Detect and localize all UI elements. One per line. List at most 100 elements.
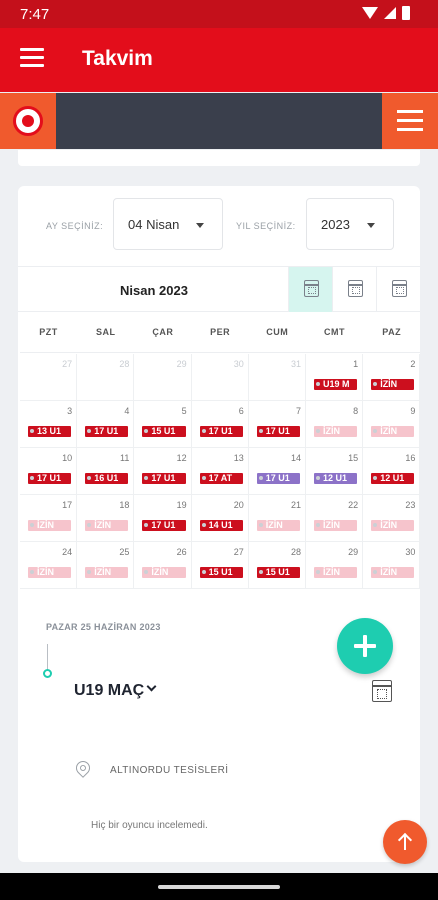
- home-handle[interactable]: [158, 885, 280, 889]
- day-cell[interactable]: 7 17 U1: [248, 401, 306, 448]
- day-cell[interactable]: 30 İZİN: [363, 542, 421, 589]
- day-cell[interactable]: 2 İZİN: [363, 354, 421, 401]
- status-icons: [362, 6, 410, 20]
- event-chip[interactable]: 14 U1: [199, 520, 243, 531]
- day-cell[interactable]: 8 İZİN: [306, 401, 364, 448]
- status-bar: 7:47: [0, 0, 438, 28]
- day-cell[interactable]: 15 12 U1: [306, 448, 364, 495]
- chevron-down-icon[interactable]: [146, 681, 157, 692]
- event-chip[interactable]: 17 U1: [85, 426, 129, 437]
- event-chip[interactable]: 17 AT: [199, 473, 243, 484]
- month-select[interactable]: 04 Nisan: [113, 198, 223, 250]
- day-cell[interactable]: 6 17 U1: [191, 401, 249, 448]
- hamburger-menu-icon[interactable]: [20, 48, 44, 68]
- event-chip[interactable]: İZİN: [314, 567, 358, 578]
- event-chip[interactable]: 17 U1: [256, 473, 300, 484]
- day-cell[interactable]: 27 15 U1: [191, 542, 249, 589]
- day-cell[interactable]: 29: [134, 354, 192, 401]
- day-cell[interactable]: 12 17 U1: [134, 448, 192, 495]
- day-cell[interactable]: 9 İZİN: [363, 401, 421, 448]
- month-view-button[interactable]: [288, 267, 332, 312]
- scroll-top-button[interactable]: [383, 820, 427, 864]
- event-chip[interactable]: İZİN: [85, 520, 129, 531]
- day-cell[interactable]: 28: [77, 354, 135, 401]
- day-number: 7: [295, 406, 301, 416]
- event-chip[interactable]: İZİN: [142, 567, 186, 578]
- day-cell[interactable]: 19 17 U1: [134, 495, 192, 542]
- calendar-card: AY SEÇİNİZ: 04 Nisan YIL SEÇİNİZ: 2023 N…: [18, 186, 421, 862]
- event-chip[interactable]: İZİN: [371, 426, 415, 437]
- list-menu-button[interactable]: [382, 93, 438, 149]
- day-cell[interactable]: 29 İZİN: [306, 542, 364, 589]
- day-cell[interactable]: 3 13 U1: [20, 401, 78, 448]
- day-number: 11: [120, 453, 130, 463]
- day-number: 31: [290, 359, 301, 369]
- day-cell[interactable]: 24 İZİN: [20, 542, 78, 589]
- review-note: Hiç bir oyuncu incelemedi.: [91, 820, 208, 831]
- event-chip[interactable]: İZİN: [85, 567, 129, 578]
- event-chip[interactable]: İZİN: [371, 379, 415, 390]
- day-cell[interactable]: 28 15 U1: [248, 542, 306, 589]
- event-chip[interactable]: 17 U1: [142, 520, 186, 531]
- day-number: 5: [181, 406, 187, 416]
- day-number: 4: [124, 406, 130, 416]
- day-cell[interactable]: 4 17 U1: [77, 401, 135, 448]
- event-chip[interactable]: 17 U1: [256, 426, 300, 437]
- day-cell[interactable]: 16 12 U1: [363, 448, 421, 495]
- event-chip[interactable]: 12 U1: [371, 473, 415, 484]
- day-view-button[interactable]: [376, 267, 420, 312]
- event-chip[interactable]: İZİN: [256, 520, 300, 531]
- day-cell[interactable]: 1 U19 M: [306, 354, 364, 401]
- day-number: 6: [238, 406, 244, 416]
- year-select[interactable]: 2023: [306, 198, 394, 250]
- day-cell[interactable]: 11 16 U1: [77, 448, 135, 495]
- day-cell[interactable]: 14 17 U1: [248, 448, 306, 495]
- day-cell[interactable]: 23 İZİN: [363, 495, 421, 542]
- event-chip[interactable]: 17 U1: [142, 473, 186, 484]
- weekday-label: SAL: [95, 327, 116, 337]
- event-chip[interactable]: 13 U1: [28, 426, 72, 437]
- day-cell[interactable]: 21 İZİN: [248, 495, 306, 542]
- event-title-dropdown[interactable]: U19 MAÇ: [74, 682, 144, 700]
- event-location: ALTINORDU TESİSLERİ: [110, 765, 229, 776]
- event-chip[interactable]: 15 U1: [142, 426, 186, 437]
- event-chip[interactable]: İZİN: [28, 567, 72, 578]
- event-calendar-icon[interactable]: [372, 680, 392, 702]
- event-chip[interactable]: 16 U1: [85, 473, 129, 484]
- day-cell[interactable]: 30: [191, 354, 249, 401]
- day-number: 27: [62, 359, 73, 369]
- day-cell[interactable]: 20 14 U1: [191, 495, 249, 542]
- event-chip[interactable]: İZİN: [371, 520, 415, 531]
- add-event-button[interactable]: [337, 618, 393, 674]
- event-chip[interactable]: 15 U1: [256, 567, 300, 578]
- day-cell[interactable]: 5 15 U1: [134, 401, 192, 448]
- day-cell[interactable]: 26 İZİN: [134, 542, 192, 589]
- event-chip[interactable]: İZİN: [28, 520, 72, 531]
- event-chip[interactable]: 12 U1: [314, 473, 358, 484]
- club-logo-button[interactable]: [0, 93, 56, 149]
- event-chip[interactable]: 17 U1: [199, 426, 243, 437]
- event-chip[interactable]: U19 M: [314, 379, 358, 390]
- event-chip[interactable]: 17 U1: [28, 473, 72, 484]
- day-cell[interactable]: 17 İZİN: [20, 495, 78, 542]
- day-number: 28: [290, 547, 301, 557]
- event-chip[interactable]: İZİN: [314, 426, 358, 437]
- signal-icon: [384, 7, 396, 19]
- day-cell[interactable]: 22 İZİN: [306, 495, 364, 542]
- day-cell[interactable]: 31: [248, 354, 306, 401]
- day-cell[interactable]: 13 17 AT: [191, 448, 249, 495]
- battery-icon: [402, 6, 410, 20]
- event-chip[interactable]: 15 U1: [199, 567, 243, 578]
- week-view-button[interactable]: [332, 267, 376, 312]
- day-number: 30: [233, 359, 244, 369]
- day-cell[interactable]: 25 İZİN: [77, 542, 135, 589]
- event-chip[interactable]: İZİN: [314, 520, 358, 531]
- weekday-label: PER: [210, 327, 231, 337]
- day-cell[interactable]: 27: [20, 354, 78, 401]
- day-cell[interactable]: 10 17 U1: [20, 448, 78, 495]
- day-cell[interactable]: 18 İZİN: [77, 495, 135, 542]
- event-chip[interactable]: İZİN: [371, 567, 415, 578]
- month-select-label: AY SEÇİNİZ:: [46, 221, 104, 231]
- day-number: 25: [119, 547, 130, 557]
- day-number: 26: [176, 547, 187, 557]
